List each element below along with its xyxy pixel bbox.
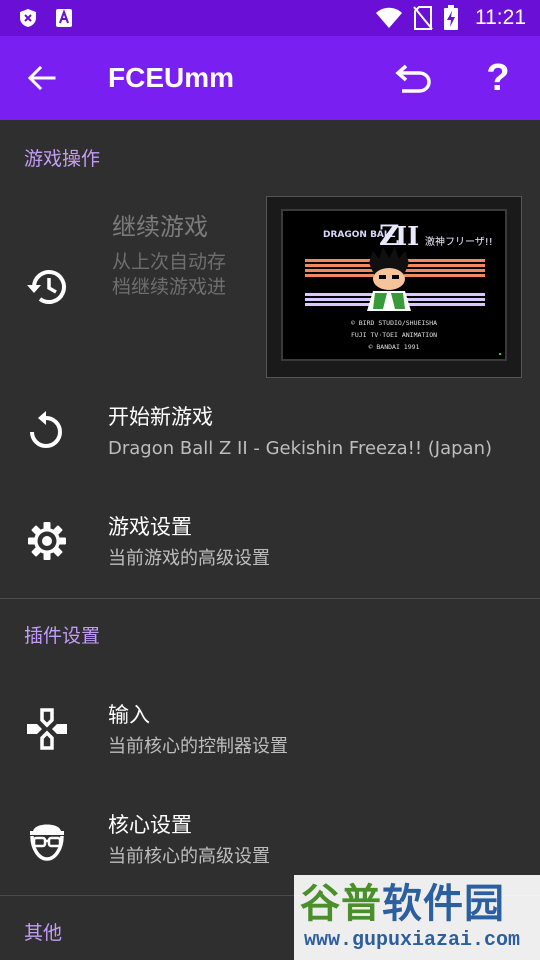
game-settings-title: 游戏设置: [108, 515, 192, 539]
app-bar: FCEUmm ?: [0, 36, 540, 120]
core-settings-title: 核心设置: [108, 813, 192, 837]
watermark-logo: 谷普软件园 www.gupuxiazai.com: [294, 875, 540, 960]
gamepad-dpad-icon: [27, 708, 67, 750]
no-sim-icon: [413, 6, 433, 30]
gear-icon: [28, 522, 66, 560]
save-state-screenshot[interactable]: DRAGON BALL Z II 激神フリーザ!! © BIRD STUDIO/…: [266, 196, 522, 378]
help-button[interactable]: ?: [478, 54, 518, 102]
credit-line-2: FUJI TV·TOEI ANIMATION: [351, 331, 437, 339]
restart-icon: [30, 411, 62, 448]
section-divider: [0, 598, 540, 599]
game-settings-subtitle: 当前游戏的高级设置: [108, 548, 270, 569]
status-time: 11:21: [475, 6, 526, 29]
undo-icon[interactable]: [392, 58, 436, 98]
input-subtitle: 当前核心的控制器设置: [108, 736, 288, 757]
game-title-art: DRAGON BALL Z II 激神フリーザ!! © BIRD STUDIO/…: [283, 211, 505, 359]
new-game-subtitle: Dragon Ball Z II - Gekishin Freeza!! (Ja…: [108, 438, 493, 459]
watermark-title-part2: 软件园: [382, 881, 505, 927]
wifi-icon: [376, 7, 402, 28]
input-title: 输入: [108, 703, 150, 727]
resume-subtitle-line1: 从上次自动存: [112, 251, 227, 273]
credit-line-1: © BIRD STUDIO/SHUEISHA: [351, 319, 437, 327]
resume-subtitle-line2: 档继续游戏进: [112, 276, 227, 298]
arrow-left-icon[interactable]: [22, 58, 62, 98]
shield-x-icon: [20, 9, 36, 27]
logo-roman: II: [395, 222, 419, 252]
section-title-other: 其他: [24, 922, 63, 944]
section-title-plugin-settings: 插件设置: [24, 625, 101, 647]
new-game-title: 开始新游戏: [108, 405, 213, 429]
section-title-game-ops: 游戏操作: [24, 148, 101, 170]
watermark-title: 谷普软件园: [300, 879, 505, 929]
core-settings-subtitle: 当前核心的高级设置: [108, 846, 270, 867]
status-bar: 11:21: [0, 0, 540, 36]
battery-charging-icon: [444, 5, 458, 30]
resume-title: 继续游戏: [112, 213, 208, 241]
game-screen: DRAGON BALL Z II 激神フリーザ!! © BIRD STUDIO/…: [281, 209, 507, 361]
history-icon: [27, 270, 66, 304]
credit-line-3: © BANDAI 1991: [369, 343, 420, 351]
face-glasses-icon: [30, 824, 64, 861]
watermark-title-part1: 谷普: [300, 881, 382, 927]
font-a-icon: [56, 9, 72, 27]
app-title: FCEUmm: [108, 62, 235, 93]
logo-right: 激神フリーザ!!: [425, 235, 493, 248]
watermark-url: www.gupuxiazai.com: [304, 929, 521, 952]
